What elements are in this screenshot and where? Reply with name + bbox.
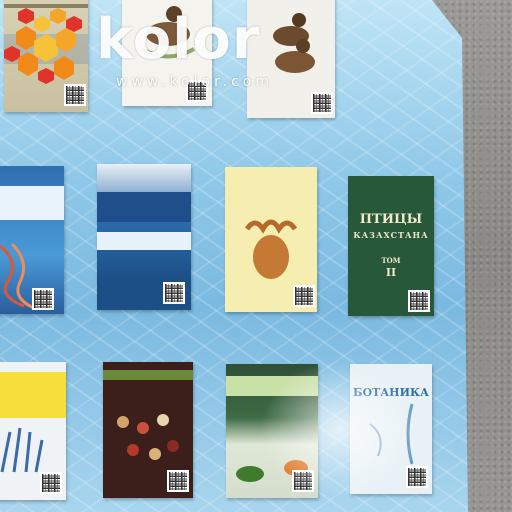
book-cover (0, 362, 66, 500)
qr-code (292, 470, 314, 492)
book-volume-number: II (385, 266, 397, 279)
qr-code (163, 282, 185, 304)
watermark-wordmark: kolor (96, 7, 261, 72)
book-title: ПТИЦЫ (359, 212, 423, 227)
book-cover (97, 164, 191, 310)
qr-code (311, 92, 333, 114)
book-cover (0, 166, 64, 314)
book-subtitle: КАЗАХСТАНА (353, 230, 429, 240)
book-cover (226, 364, 318, 498)
hexagon-logo-icon (4, 8, 82, 84)
qr-code (406, 466, 428, 488)
qr-code (293, 285, 315, 307)
book-cover (225, 167, 317, 312)
book-volume-label: ТОМ (381, 256, 401, 265)
kolor-watermark: kolor www.kolor.com (0, 0, 310, 100)
photo-scene: ПТИЦЫ КАЗАХСТАНА ТОМ II БОТАНИКА kolor w… (0, 0, 512, 512)
book-cover-birds-of-kazakhstan: ПТИЦЫ КАЗАХСТАНА ТОМ II (348, 176, 434, 316)
qr-code (32, 288, 54, 310)
qr-code (40, 472, 62, 494)
book-cover-botany: БОТАНИКА (350, 364, 432, 494)
qr-code (408, 290, 430, 312)
book-cover (103, 362, 193, 498)
watermark-url: www.kolor.com (116, 74, 273, 90)
qr-code (167, 470, 189, 492)
